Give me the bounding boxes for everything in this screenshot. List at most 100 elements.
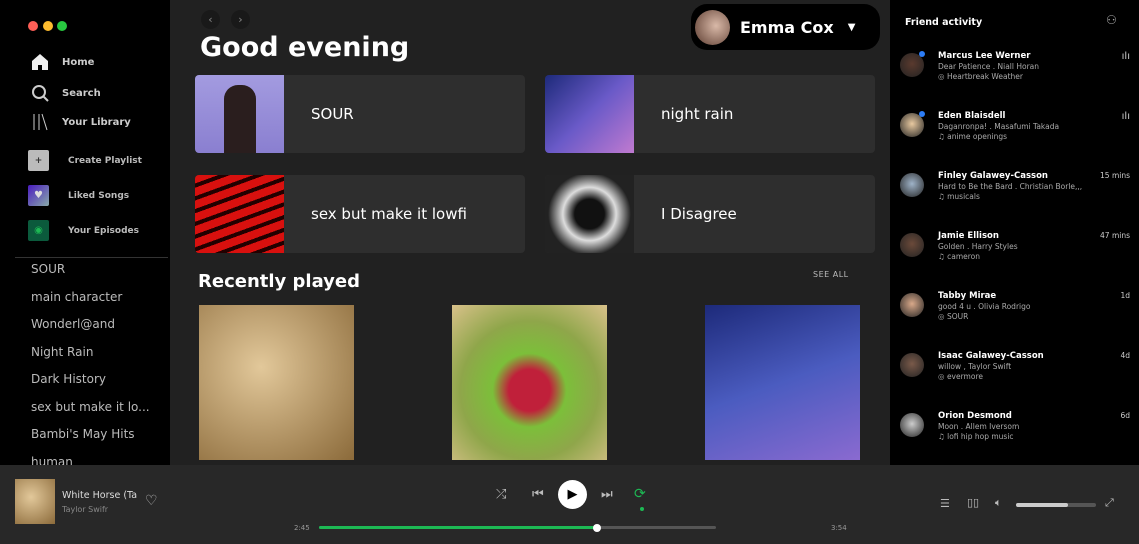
context-label: cameron bbox=[947, 252, 981, 261]
friend-song[interactable]: good 4 u . Olivia Rodrigo bbox=[938, 302, 1030, 311]
previous-icon[interactable]: ⏮ bbox=[532, 487, 544, 502]
friend-song[interactable]: Hard to Be the Bard . Christian Borle,,, bbox=[938, 182, 1082, 191]
quick-card[interactable]: night rain bbox=[545, 75, 875, 153]
friend-context[interactable]: ♫ cameron bbox=[938, 252, 980, 261]
friend-item[interactable]: Tabby Mirae good 4 u . Olivia Rodrigo ◎ … bbox=[900, 291, 1130, 331]
friend-context[interactable]: ♫ anime openings bbox=[938, 132, 1007, 141]
shuffle-icon[interactable]: ⤮ bbox=[496, 487, 506, 502]
volume-slider[interactable] bbox=[1016, 503, 1096, 507]
create-playlist-button[interactable]: + Create Playlist bbox=[28, 150, 142, 171]
progress-bar[interactable] bbox=[319, 523, 716, 532]
home-icon bbox=[30, 52, 50, 72]
add-friend-icon[interactable]: ⚇ bbox=[1106, 13, 1117, 27]
friend-item[interactable]: Marcus Lee Werner Dear Patience . Niall … bbox=[900, 51, 1130, 91]
friend-name[interactable]: Orion Desmond bbox=[938, 411, 1012, 421]
avatar bbox=[695, 9, 730, 45]
nav-library[interactable]: Your Library bbox=[30, 112, 131, 132]
liked-songs-button[interactable]: ♥ Liked Songs bbox=[28, 185, 129, 206]
nav-label: Home bbox=[62, 56, 95, 68]
fullscreen-icon[interactable]: ⤢ bbox=[1105, 496, 1114, 510]
friend-context[interactable]: ♫ lofi hip hop music bbox=[938, 432, 1014, 441]
recent-album-tile[interactable] bbox=[705, 305, 860, 460]
repeat-icon[interactable]: ⟳ bbox=[634, 486, 646, 502]
friend-context[interactable]: ♫ musicals bbox=[938, 192, 980, 201]
friend-name[interactable]: Marcus Lee Werner bbox=[938, 51, 1030, 61]
main-content: ‹ › Emma Cox ▼ Good evening SOUR night r… bbox=[170, 0, 890, 465]
recent-album-tile[interactable] bbox=[199, 305, 354, 460]
friend-name[interactable]: Tabby Mirae bbox=[938, 291, 996, 301]
friend-name[interactable]: Jamie Ellison bbox=[938, 231, 999, 241]
friend-name[interactable]: Eden Blaisdell bbox=[938, 111, 1005, 121]
user-menu[interactable]: Emma Cox ▼ bbox=[691, 4, 880, 50]
friend-song[interactable]: Daganronpa! . Masafumi Takada bbox=[938, 122, 1059, 131]
quick-card[interactable]: SOUR bbox=[195, 75, 525, 153]
track-artist[interactable]: Taylor Swifr bbox=[62, 505, 108, 514]
podcast-icon: ◉ bbox=[28, 220, 49, 241]
volume-icon[interactable]: 🔈︎ bbox=[995, 496, 1002, 510]
album-art bbox=[195, 175, 284, 253]
nav-search[interactable]: Search bbox=[30, 83, 101, 103]
heart-icon: ♥ bbox=[28, 185, 49, 206]
friend-context[interactable]: ◎ Heartbreak Weather bbox=[938, 72, 1023, 81]
play-button[interactable]: ▶ bbox=[558, 480, 587, 509]
panel-title: Friend activity bbox=[905, 17, 983, 28]
divider bbox=[15, 257, 168, 258]
playlist-item[interactable]: main character bbox=[31, 290, 122, 304]
album-icon: ◎ bbox=[938, 312, 945, 321]
heart-icon[interactable]: ♡ bbox=[145, 493, 158, 509]
see-all-link[interactable]: SEE ALL bbox=[813, 270, 849, 279]
context-label: musicals bbox=[947, 192, 980, 201]
playlist-item[interactable]: Dark History bbox=[31, 372, 106, 386]
friend-name[interactable]: Finley Galawey-Casson bbox=[938, 171, 1048, 181]
track-title[interactable]: White Horse (Ta bbox=[62, 490, 137, 501]
nav-label: Search bbox=[62, 87, 101, 99]
context-label: evermore bbox=[946, 372, 983, 381]
window-minimize-button[interactable] bbox=[43, 21, 53, 31]
repeat-active-dot bbox=[640, 507, 644, 511]
friend-item[interactable]: Finley Galawey-Casson Hard to Be the Bar… bbox=[900, 171, 1130, 211]
friend-item[interactable]: Isaac Galawey-Casson willow , Taylor Swi… bbox=[900, 351, 1130, 391]
nav-home[interactable]: Home bbox=[30, 52, 94, 72]
plus-icon: + bbox=[28, 150, 49, 171]
window-close-button[interactable] bbox=[28, 21, 38, 31]
queue-icon[interactable]: ☰ bbox=[940, 497, 950, 510]
progress-handle[interactable] bbox=[592, 523, 601, 532]
friend-item[interactable]: Jamie Ellison Golden . Harry Styles ♫ ca… bbox=[900, 231, 1130, 271]
your-episodes-button[interactable]: ◉ Your Episodes bbox=[28, 220, 139, 241]
playlist-item[interactable]: SOUR bbox=[31, 262, 65, 276]
friend-context[interactable]: ◎ evermore bbox=[938, 372, 983, 381]
friend-name[interactable]: Isaac Galawey-Casson bbox=[938, 351, 1044, 361]
playlist-item[interactable]: Bambi's May Hits bbox=[31, 427, 135, 441]
now-playing-art bbox=[15, 479, 55, 524]
devices-icon[interactable]: ▯▯ bbox=[967, 496, 979, 509]
playlist-icon: ♫ bbox=[938, 432, 945, 441]
context-label: Heartbreak Weather bbox=[946, 72, 1024, 81]
card-title: night rain bbox=[661, 105, 734, 123]
quick-card[interactable]: I Disagree bbox=[545, 175, 875, 253]
album-art bbox=[545, 175, 634, 253]
friend-item[interactable]: Orion Desmond Moon . Allem Iversom ♫ lof… bbox=[900, 411, 1130, 451]
now-playing-icon: ılı bbox=[1121, 111, 1130, 122]
playlist-item[interactable]: Wonderl@and bbox=[31, 317, 115, 331]
quick-card[interactable]: sex but make it lowfi bbox=[195, 175, 525, 253]
friend-song[interactable]: Dear Patience . Niall Horan bbox=[938, 62, 1039, 71]
search-icon bbox=[30, 83, 50, 103]
friend-time: 4d bbox=[1120, 351, 1130, 360]
recent-album-tile[interactable] bbox=[452, 305, 607, 460]
friend-item[interactable]: Eden Blaisdell Daganronpa! . Masafumi Ta… bbox=[900, 111, 1130, 151]
friend-song[interactable]: Golden . Harry Styles bbox=[938, 242, 1018, 251]
friend-song[interactable]: willow , Taylor Swift bbox=[938, 362, 1011, 371]
window-maximize-button[interactable] bbox=[57, 21, 67, 31]
friend-song[interactable]: Moon . Allem Iversom bbox=[938, 422, 1019, 431]
card-title: I Disagree bbox=[661, 205, 737, 223]
playlist-item[interactable]: Night Rain bbox=[31, 345, 93, 359]
playlist-item[interactable]: sex but make it lo... bbox=[31, 400, 150, 414]
forward-button[interactable]: › bbox=[231, 10, 250, 29]
next-icon[interactable]: ⏭ bbox=[601, 487, 613, 502]
context-label: anime openings bbox=[947, 132, 1008, 141]
back-button[interactable]: ‹ bbox=[201, 10, 220, 29]
action-label: Liked Songs bbox=[68, 190, 130, 201]
friend-context[interactable]: ◎ SOUR bbox=[938, 312, 968, 321]
duration: 3:54 bbox=[831, 524, 847, 532]
now-playing-icon: ılı bbox=[1121, 51, 1130, 62]
